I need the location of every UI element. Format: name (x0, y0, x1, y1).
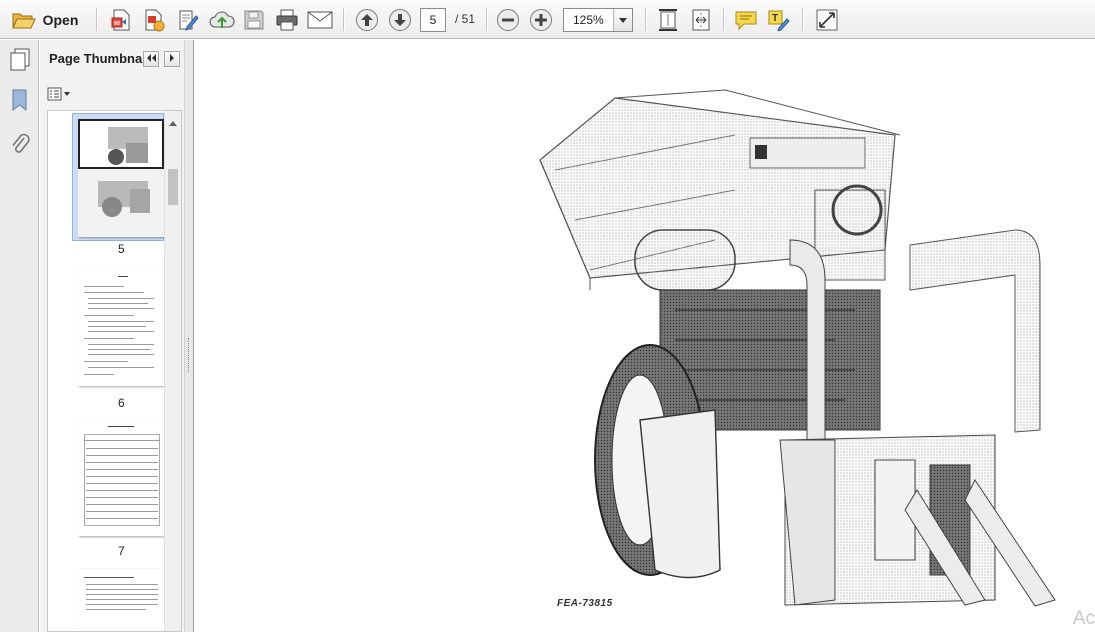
thumbnail-page-8[interactable] (78, 569, 164, 631)
create-pdf-button[interactable] (108, 0, 134, 39)
thumbnail-options-button[interactable] (47, 86, 71, 104)
zoom-out-button[interactable] (495, 0, 521, 39)
toolbar-separator (343, 8, 344, 31)
chevron-down-icon[interactable] (613, 9, 632, 31)
thumbnail-label: 5 (118, 242, 125, 256)
create-pdf-icon (110, 8, 132, 32)
edit-pdf-button[interactable] (175, 0, 201, 39)
fit-page-icon (658, 8, 678, 32)
options-list-icon (47, 87, 71, 104)
envelope-icon (307, 11, 333, 29)
print-button[interactable] (273, 0, 301, 39)
cotton-picker-illustration (539, 89, 1056, 607)
open-button[interactable]: Open (6, 0, 84, 39)
splitter-grip[interactable] (188, 338, 190, 372)
cloud-upload-icon (209, 9, 235, 31)
arrow-up-icon (355, 8, 379, 32)
next-page-button[interactable] (387, 0, 413, 39)
zoom-value: 125% (573, 13, 604, 27)
thumbnails-panel: Page Thumbna... 5 6 7 (40, 40, 190, 632)
upload-button[interactable] (208, 0, 236, 39)
zoom-out-icon (496, 8, 520, 32)
export-pdf-icon (143, 8, 165, 32)
svg-text:T: T (772, 13, 778, 24)
panel-splitter[interactable] (184, 40, 194, 632)
open-label: Open (42, 11, 79, 28)
zoom-in-button[interactable] (528, 0, 554, 39)
zoom-select[interactable]: 125% (563, 8, 633, 32)
thumbnail-label: 7 (118, 544, 125, 558)
double-chevron-left-icon (145, 52, 157, 66)
page-thumbnails-button[interactable] (8, 48, 32, 74)
fullscreen-icon (816, 9, 838, 31)
email-button[interactable] (306, 0, 334, 39)
thumbnail-scrollbar[interactable] (164, 111, 181, 631)
panel-title: Page Thumbna... (49, 51, 154, 66)
page-number-input[interactable]: 5 (420, 8, 446, 32)
chevron-right-icon (167, 52, 177, 66)
thumbnail-page-5[interactable] (78, 119, 164, 237)
bookmarks-button[interactable] (8, 88, 32, 114)
toolbar-separator (645, 8, 646, 31)
thumbnail-list[interactable]: 5 6 7 (47, 110, 182, 632)
export-pdf-button[interactable] (141, 0, 167, 39)
edit-pdf-icon (177, 8, 199, 32)
fit-width-button[interactable] (688, 0, 714, 39)
attachments-button[interactable] (8, 132, 32, 158)
fullscreen-button[interactable] (814, 0, 840, 39)
scrollbar-thumb[interactable] (168, 169, 178, 205)
navigation-rail (0, 40, 39, 632)
thumbnail-label: 6 (118, 396, 125, 410)
figure-label: FEA-73815 (557, 598, 613, 609)
expand-panel-button[interactable] (164, 51, 180, 67)
scroll-up-arrow-icon[interactable] (169, 117, 177, 126)
thumbnail-page-6[interactable] (78, 268, 164, 386)
folder-open-icon (11, 10, 36, 30)
thumbnail-page-7[interactable] (78, 418, 164, 536)
highlight-button[interactable]: T (766, 0, 792, 39)
watermark-text: Ac (1072, 608, 1095, 629)
fit-width-icon (690, 8, 712, 32)
toolbar: Open 5 / 51 125% T (0, 0, 1095, 39)
bookmark-icon (10, 88, 30, 115)
thumbnail-harvester-image (98, 127, 150, 217)
save-button[interactable] (241, 0, 267, 39)
printer-icon (275, 9, 299, 31)
zoom-in-icon (529, 8, 553, 32)
toolbar-separator (96, 8, 97, 31)
current-page-value: 5 (429, 13, 437, 27)
fit-page-button[interactable] (655, 0, 681, 39)
total-pages: / 51 (455, 12, 476, 26)
toolbar-separator (723, 8, 724, 31)
previous-page-button[interactable] (354, 0, 380, 39)
highlight-icon: T (767, 9, 791, 31)
pages-icon (9, 48, 31, 75)
save-icon (243, 9, 265, 31)
paperclip-icon (10, 132, 30, 159)
collapse-panel-button[interactable] (143, 51, 159, 67)
toolbar-separator (802, 8, 803, 31)
arrow-down-icon (388, 8, 412, 32)
comment-button[interactable] (733, 0, 759, 39)
comment-icon (734, 9, 758, 31)
toolbar-separator (486, 8, 487, 31)
document-view[interactable]: FEA-73815 Ac (195, 40, 1095, 632)
